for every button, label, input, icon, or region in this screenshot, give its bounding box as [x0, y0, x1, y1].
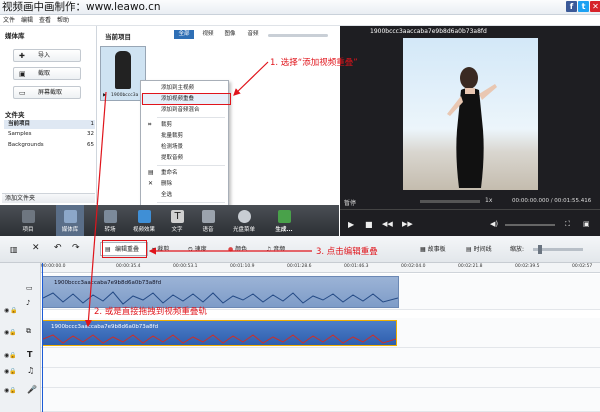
arrow-step2 — [84, 91, 107, 328]
annotation-arrows — [84, 61, 312, 328]
arrow-step1 — [233, 61, 269, 96]
